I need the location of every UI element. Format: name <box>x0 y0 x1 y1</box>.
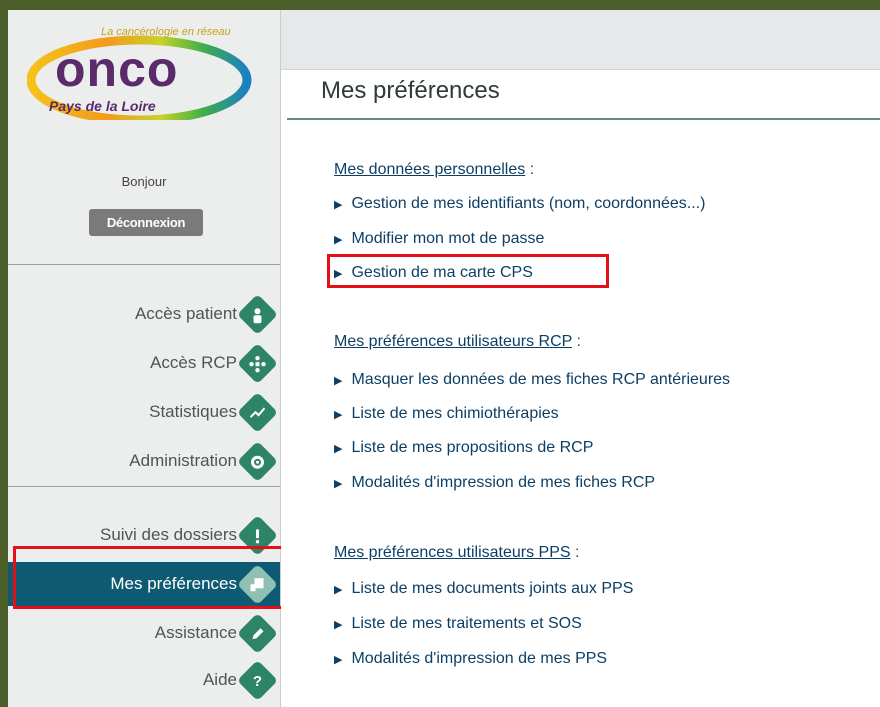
nav-separator <box>8 486 280 487</box>
logo-tagline: La cancérologie en réseau <box>101 26 231 38</box>
logo-region: Pays de la Loire <box>49 98 156 114</box>
nav-item-acces-rcp[interactable]: Accès RCP <box>8 341 280 385</box>
chart-line-icon <box>236 391 279 433</box>
nav-item-acces-patient[interactable]: Accès patient <box>8 292 280 336</box>
sidebar: La cancérologie en réseau onco Pays de l… <box>8 10 297 707</box>
link-label: Liste de mes chimiothérapies <box>351 405 559 422</box>
nav-separator <box>8 264 280 265</box>
greeting: Bonjour <box>121 174 167 189</box>
highlight-box <box>327 254 609 288</box>
nav-item-label: Suivi des dossiers <box>99 525 237 544</box>
nav-item-label: Assistance <box>154 623 237 642</box>
link-impression-fiches-rcp[interactable]: ▶ Modalités d'impression de mes fiches R… <box>334 474 655 492</box>
onco-logo[interactable]: La cancérologie en réseau onco Pays de l… <box>27 24 267 120</box>
nav-item-statistiques[interactable]: Statistiques <box>8 390 280 434</box>
nav-item-assistance[interactable]: Assistance <box>8 611 280 655</box>
section-heading-link[interactable]: Mes préférences utilisateurs PPS <box>334 544 571 561</box>
page-title: Mes préférences <box>321 77 500 104</box>
arrow-right-icon: ▶ <box>334 477 343 490</box>
link-chimiotherapies[interactable]: ▶ Liste de mes chimiothérapies <box>334 405 559 423</box>
patient-icon <box>236 293 279 335</box>
section-heading-rcp: Mes préférences utilisateurs RCP : <box>334 333 581 350</box>
logo-name: onco <box>55 41 178 97</box>
link-label: Masquer les données de mes fiches RCP an… <box>351 371 731 388</box>
section-heading-link[interactable]: Mes données personnelles <box>334 161 525 178</box>
rcp-group-icon <box>236 342 279 384</box>
section-heading-pps: Mes préférences utilisateurs PPS : <box>334 544 580 561</box>
nav-item-label: Statistiques <box>149 402 237 421</box>
link-propositions-rcp[interactable]: ▶ Liste de mes propositions de RCP <box>334 439 593 457</box>
arrow-right-icon: ▶ <box>334 653 343 666</box>
arrow-right-icon: ▶ <box>334 408 343 421</box>
arrow-right-icon: ▶ <box>334 583 343 596</box>
highlight-box <box>13 546 297 609</box>
link-label: Gestion de mes identifiants (nom, coordo… <box>351 195 706 212</box>
section-heading-personal: Mes données personnelles : <box>334 161 535 178</box>
question-icon: ? <box>236 659 279 701</box>
arrow-right-icon: ▶ <box>334 233 343 246</box>
section-heading-link[interactable]: Mes préférences utilisateurs RCP <box>334 333 572 350</box>
link-label: Liste de mes traitements et SOS <box>351 615 582 632</box>
link-modifier-mot-de-passe[interactable]: ▶ Modifier mon mot de passe <box>334 230 544 248</box>
link-label: Liste de mes documents joints aux PPS <box>351 580 634 597</box>
link-impression-pps[interactable]: ▶ Modalités d'impression de mes PPS <box>334 650 607 668</box>
nav-item-label: Aide <box>202 670 237 689</box>
logout-button[interactable]: Déconnexion <box>89 209 203 236</box>
gear-icon <box>236 440 279 482</box>
link-masquer-donnees[interactable]: ▶ Masquer les données de mes fiches RCP … <box>334 371 730 389</box>
link-label: Liste de mes propositions de RCP <box>351 439 594 456</box>
nav-item-administration[interactable]: Administration <box>8 439 280 483</box>
pencil-icon <box>236 612 279 654</box>
link-documents-pps[interactable]: ▶ Liste de mes documents joints aux PPS <box>334 580 633 598</box>
link-traitements-sos[interactable]: ▶ Liste de mes traitements et SOS <box>334 615 582 633</box>
arrow-right-icon: ▶ <box>334 442 343 455</box>
arrow-right-icon: ▶ <box>334 618 343 631</box>
link-label: Modalités d'impression de mes fiches RCP <box>351 474 656 491</box>
link-label: Modalités d'impression de mes PPS <box>351 650 608 667</box>
arrow-right-icon: ▶ <box>334 198 343 211</box>
svg-text:?: ? <box>253 672 262 689</box>
nav-item-label: Administration <box>129 451 237 470</box>
main-content: Mes préférences Mes données personnelles… <box>281 10 880 707</box>
top-bar <box>281 10 880 70</box>
link-gestion-identifiants[interactable]: ▶ Gestion de mes identifiants (nom, coor… <box>334 195 705 213</box>
arrow-right-icon: ▶ <box>334 374 343 387</box>
title-divider <box>287 118 880 120</box>
nav-item-aide[interactable]: Aide ? <box>8 658 280 702</box>
link-label: Modifier mon mot de passe <box>351 230 545 247</box>
nav-item-label: Accès patient <box>134 304 237 323</box>
nav-item-label: Accès RCP <box>150 353 237 372</box>
